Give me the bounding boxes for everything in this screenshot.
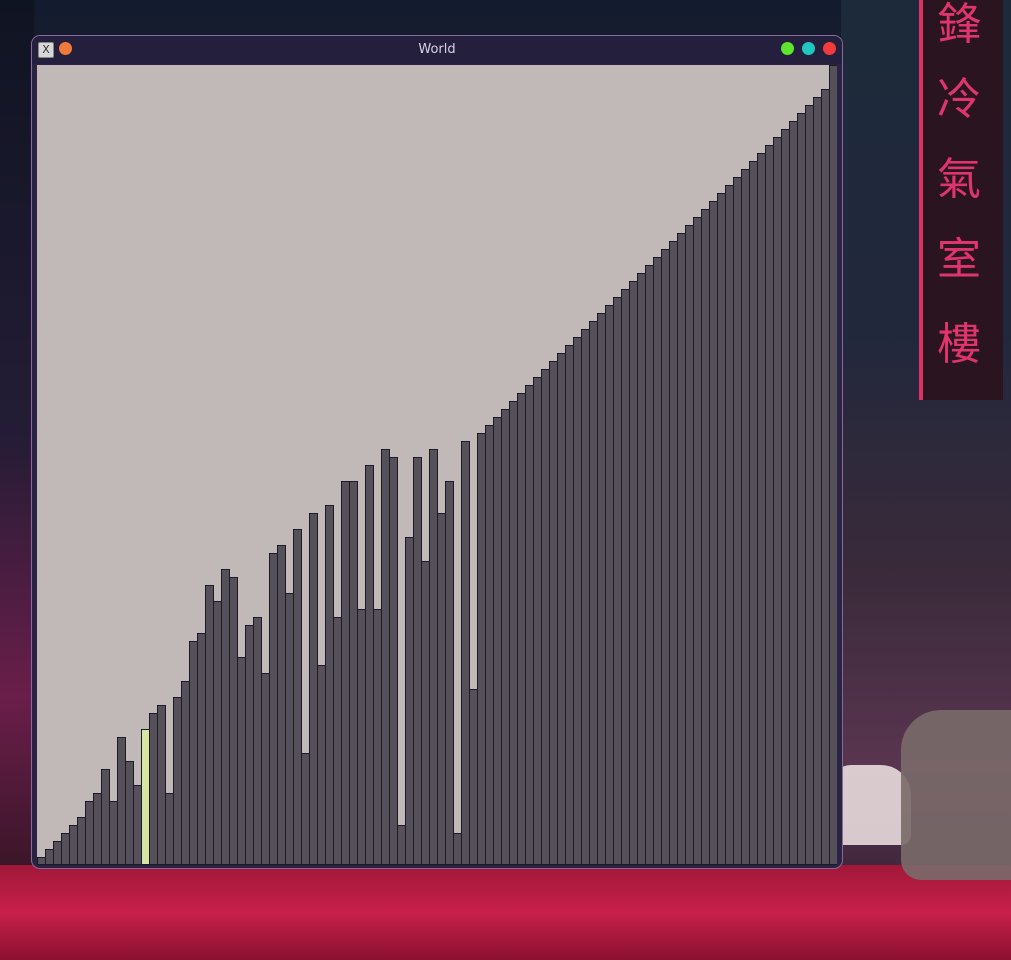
world-window[interactable]: X World — [32, 36, 842, 868]
neon-sign-glyph: 氣 — [937, 154, 981, 205]
neon-sign-glyph: 樓 — [937, 319, 981, 370]
neon-sign-glyph: 鋒 — [937, 0, 981, 50]
window-titlebar[interactable]: X World — [32, 36, 842, 64]
wallpaper-left-building — [0, 0, 34, 870]
wallpaper-white-car — [831, 765, 911, 845]
wallpaper-car — [901, 710, 1011, 880]
close-button[interactable] — [823, 42, 836, 55]
neon-sign: 鋒 冷 氣 室 樓 — [919, 0, 1003, 400]
neon-sign-glyph: 冷 — [937, 74, 981, 125]
minimize-button[interactable] — [781, 42, 794, 55]
window-title: World — [418, 42, 456, 57]
value-bar — [829, 65, 837, 865]
neon-sign-glyph: 室 — [937, 234, 981, 285]
wallpaper-street — [0, 865, 1011, 960]
value-bar — [389, 457, 398, 865]
value-bar — [445, 481, 454, 865]
maximize-button[interactable] — [802, 42, 815, 55]
visualization-canvas — [37, 65, 837, 865]
